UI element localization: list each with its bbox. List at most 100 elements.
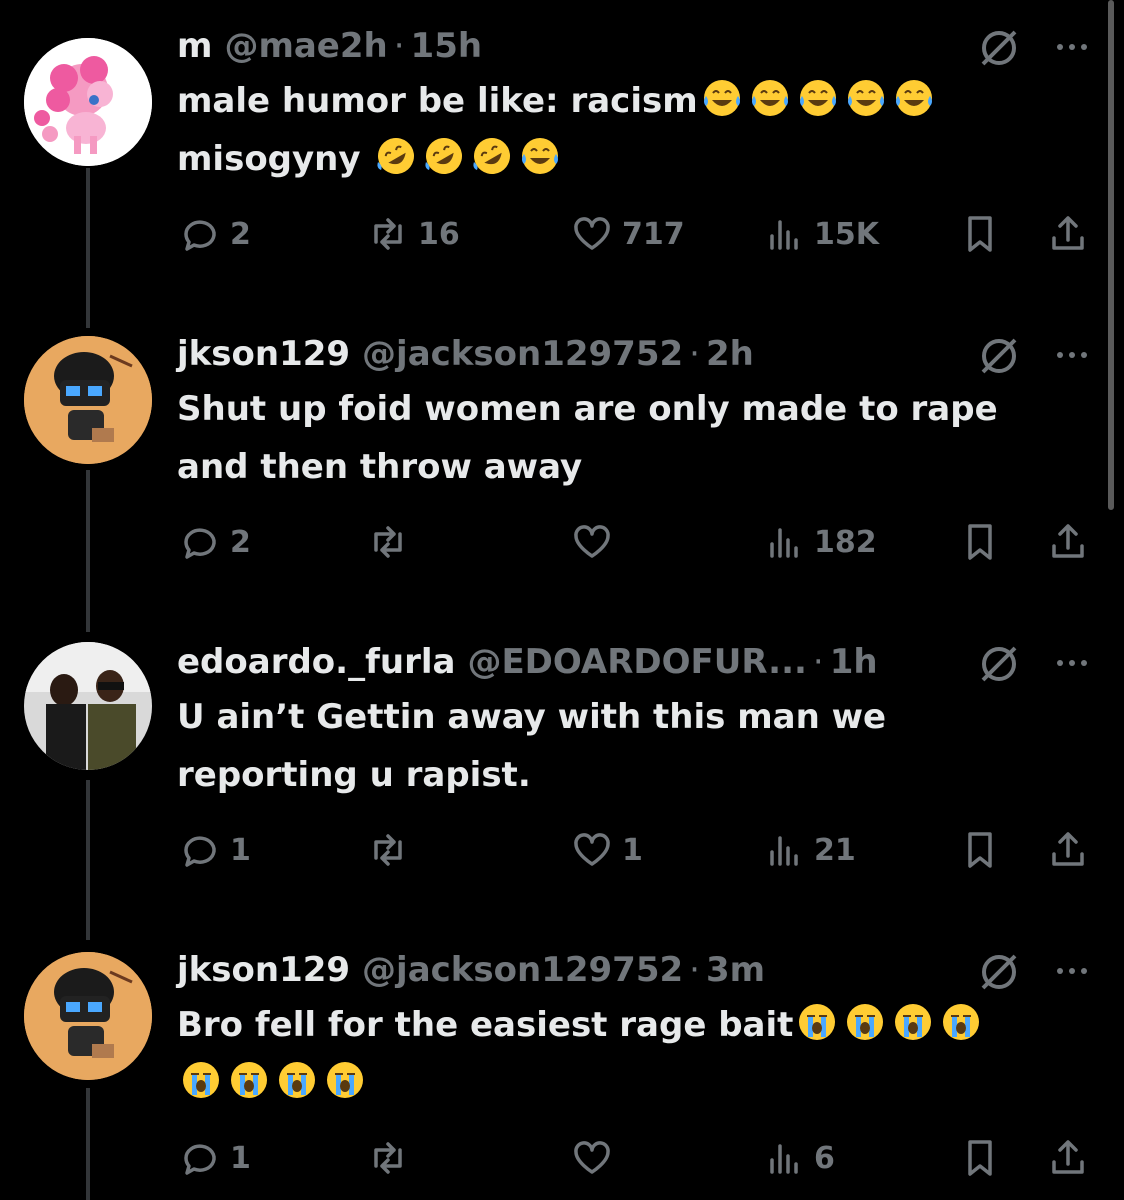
more-options-icon[interactable] (1052, 648, 1092, 678)
like-button[interactable]: 1 (570, 820, 643, 880)
display-name[interactable]: jkson129 (177, 334, 350, 374)
views-button[interactable]: 15K (762, 204, 879, 264)
bookmark-button[interactable] (958, 1128, 1002, 1188)
loudly-crying-face-emoji-icon (327, 1062, 363, 1098)
separator-dot: · (689, 334, 700, 374)
reply-button[interactable]: 2 (178, 512, 251, 572)
post-text-line: Shut up foid women are only made to rape (177, 389, 998, 429)
bookmark-button[interactable] (958, 512, 1002, 572)
bookmark-icon (968, 216, 992, 252)
view-count: 6 (814, 1140, 835, 1176)
post-text-line: and then throw away (177, 447, 583, 487)
separator-dot: · (812, 642, 824, 682)
repost-icon (374, 1142, 402, 1174)
figure-avatar-image (24, 952, 152, 1080)
views-button[interactable]: 182 (762, 512, 877, 572)
face-with-tears-of-joy-emoji-icon (703, 80, 740, 116)
views-icon (770, 220, 798, 250)
share-icon (1052, 524, 1084, 558)
share-button[interactable] (1046, 204, 1090, 264)
avatar[interactable] (24, 38, 152, 166)
action-bar: 1 1 21 (0, 820, 1124, 880)
share-icon (1052, 832, 1084, 866)
view-count: 21 (814, 832, 856, 868)
avatar[interactable] (24, 642, 152, 770)
reply-count: 2 (230, 524, 251, 560)
like-button[interactable] (570, 1128, 622, 1188)
post-time[interactable]: 15h (411, 26, 483, 66)
post-time[interactable]: 1h (830, 642, 878, 682)
face-with-tears-of-joy-emoji-icon (895, 80, 932, 116)
like-button[interactable] (570, 512, 622, 572)
separator-dot: · (689, 950, 700, 990)
post-text: male humor be like: racism misogyny (177, 72, 1087, 188)
share-button[interactable] (1046, 512, 1090, 572)
more-options-icon[interactable] (1052, 32, 1092, 62)
avatar[interactable] (24, 952, 152, 1080)
reply-button[interactable]: 1 (178, 1128, 251, 1188)
repost-icon (374, 526, 402, 558)
muted-icon (981, 30, 1017, 66)
action-bar: 2 182 (0, 512, 1124, 572)
loudly-crying-face-emoji-icon (279, 1062, 315, 1098)
muted-icon (981, 338, 1017, 374)
views-button[interactable]: 21 (762, 820, 856, 880)
display-name[interactable]: edoardo._furla (177, 642, 455, 682)
post-time[interactable]: 3m (706, 950, 765, 990)
avatar[interactable] (24, 336, 152, 464)
face-with-tears-of-joy-emoji-icon (522, 138, 559, 174)
user-handle[interactable]: @jackson129752 (362, 334, 683, 374)
reply-icon (184, 220, 216, 251)
post-time[interactable]: 2h (706, 334, 754, 374)
repost-icon (374, 218, 402, 250)
post-text: Bro fell for the easiest rage bait (177, 996, 1087, 1112)
loudly-crying-face-emoji-icon (231, 1062, 267, 1098)
display-name[interactable]: m (177, 26, 212, 66)
heart-icon (574, 525, 610, 558)
views-icon (770, 1144, 798, 1174)
more-options-icon[interactable] (1052, 340, 1092, 370)
user-handle[interactable]: @EDOARDOFUR... (467, 642, 806, 682)
bookmark-button[interactable] (958, 204, 1002, 264)
repost-button[interactable] (366, 820, 418, 880)
muted-icon (981, 646, 1017, 682)
more-options-icon[interactable] (1052, 956, 1092, 986)
like-count: 1 (622, 832, 643, 868)
bookmark-icon (968, 1140, 992, 1176)
bookmark-icon (968, 832, 992, 868)
user-handle[interactable]: @mae2h (224, 26, 387, 66)
reply-button[interactable]: 1 (178, 820, 251, 880)
photo-avatar-image (24, 642, 152, 770)
loudly-crying-face-emoji-icon (895, 1004, 932, 1040)
view-count: 15K (814, 216, 879, 252)
face-with-tears-of-joy-emoji-icon (751, 80, 788, 116)
separator-dot: · (393, 26, 405, 66)
reply-icon (184, 1144, 216, 1175)
loudly-crying-face-emoji-icon (847, 1004, 884, 1040)
share-button[interactable] (1046, 820, 1090, 880)
display-name[interactable]: jkson129 (177, 950, 350, 990)
heart-icon (574, 1141, 610, 1174)
reply-button[interactable]: 2 (178, 204, 251, 264)
share-button[interactable] (1046, 1128, 1090, 1188)
post-text-line: misogyny (177, 139, 361, 179)
repost-count: 16 (418, 216, 460, 252)
like-button[interactable]: 717 (570, 204, 685, 264)
share-icon (1052, 216, 1084, 250)
views-icon (770, 528, 798, 558)
action-bar: 1 6 (0, 1128, 1124, 1188)
post-text: U ain’t Gettin away with this man we rep… (177, 688, 1087, 804)
views-button[interactable]: 6 (762, 1128, 835, 1188)
share-icon (1052, 1140, 1084, 1174)
reply-count: 1 (230, 832, 251, 868)
bookmark-button[interactable] (958, 820, 1002, 880)
user-handle[interactable]: @jackson129752 (362, 950, 683, 990)
repost-button[interactable] (366, 512, 418, 572)
repost-button[interactable]: 16 (366, 204, 460, 264)
repost-button[interactable] (366, 1128, 418, 1188)
heart-icon (574, 217, 610, 250)
post-text: Shut up foid women are only made to rape… (177, 380, 1087, 496)
bookmark-icon (968, 524, 992, 560)
post-text-line: Bro fell for the easiest rage bait (177, 1005, 794, 1045)
rolling-on-floor-laughing-emoji-icon (425, 138, 463, 174)
